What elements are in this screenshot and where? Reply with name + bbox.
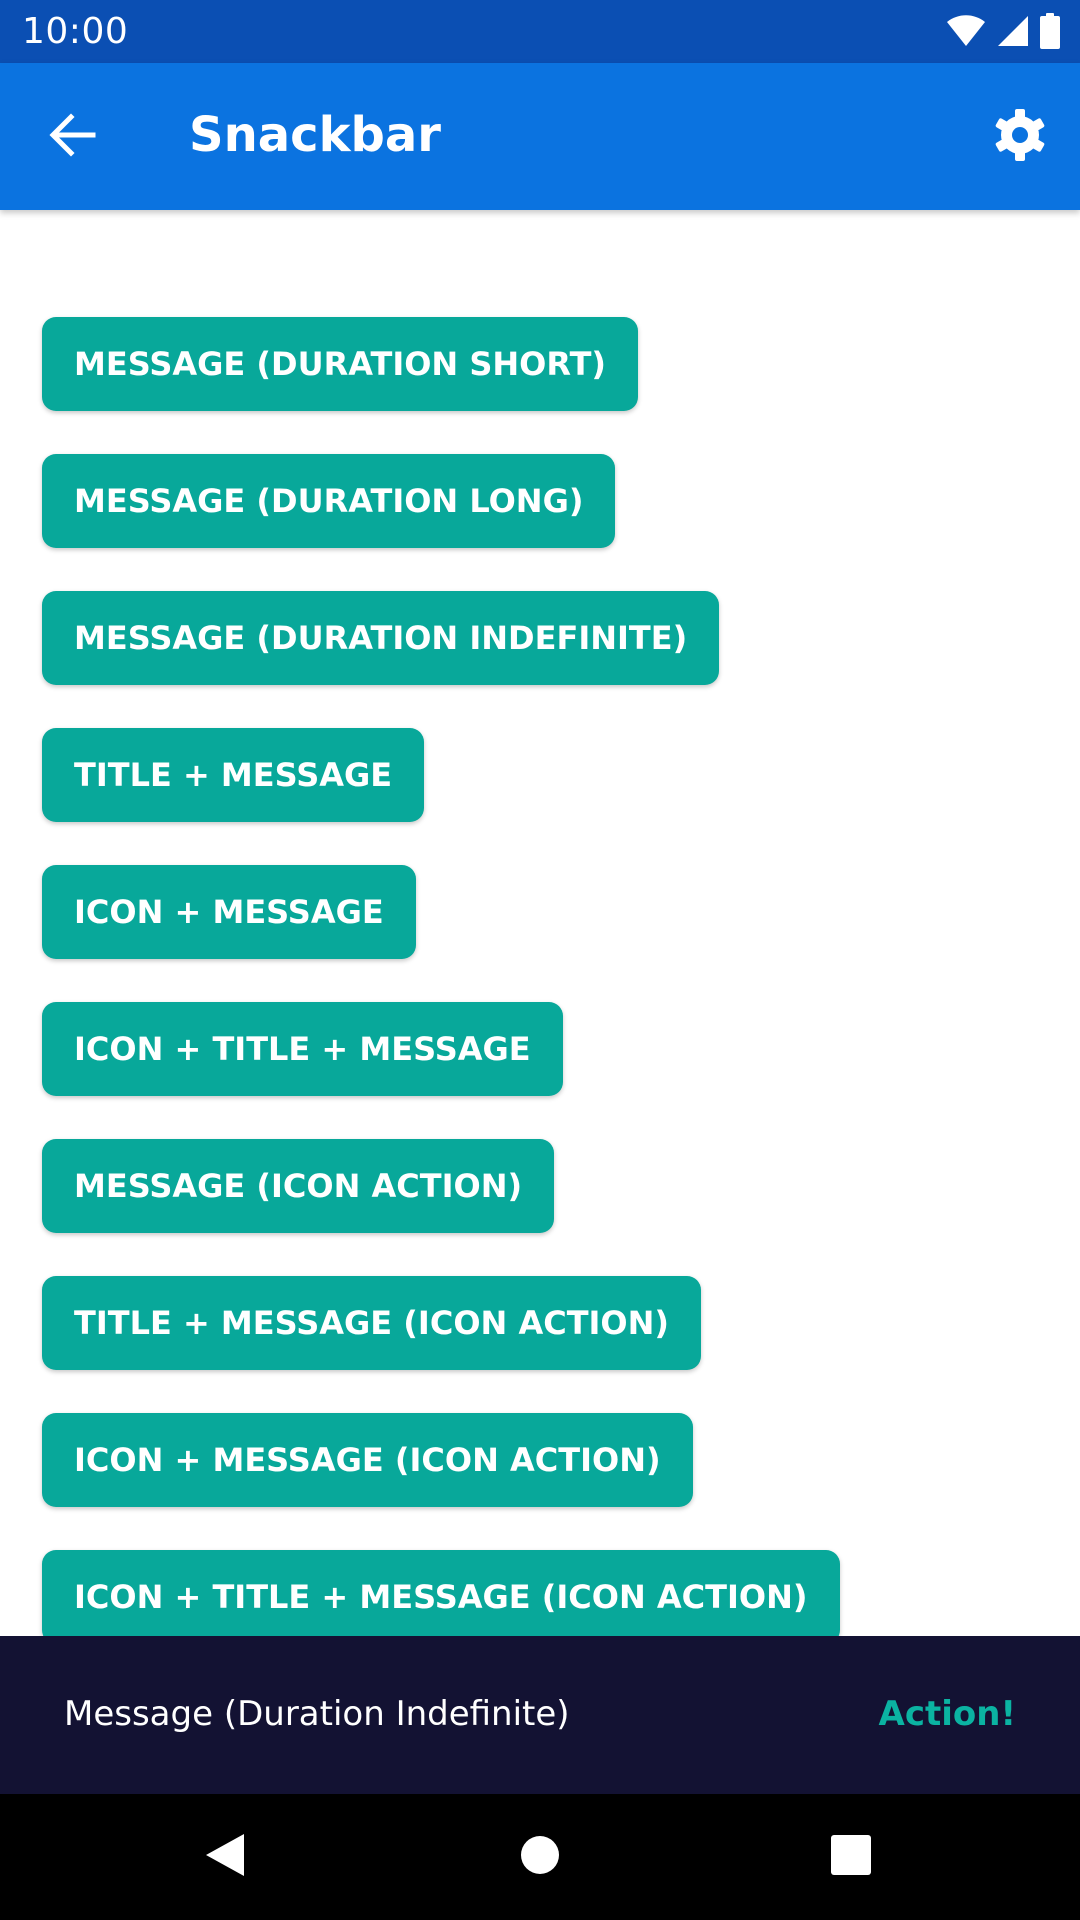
icon-message-icon-action-button[interactable]: ICON + MESSAGE (ICON ACTION) [42,1413,693,1507]
nav-recents-icon [831,1835,871,1879]
status-bar: 10:00 [0,0,1080,63]
back-button[interactable] [42,109,104,165]
message-icon-action-button[interactable]: MESSAGE (ICON ACTION) [42,1139,555,1233]
status-icons [946,13,1060,49]
status-time: 10:00 [22,11,129,52]
page-title: Snackbar [189,107,441,163]
snackbar-action-button[interactable]: Action! [879,1689,1016,1739]
arrow-left-icon [49,113,97,161]
icon-title-message-icon-action-button[interactable]: ICON + TITLE + MESSAGE (ICON ACTION) [42,1550,840,1636]
message-duration-long-button[interactable]: MESSAGE (DURATION LONG) [42,454,616,548]
nav-home-icon [520,1835,560,1879]
message-duration-indefinite-button[interactable]: MESSAGE (DURATION INDEFINITE) [42,591,720,685]
cell-signal-icon [996,14,1030,48]
icon-message-button[interactable]: ICON + MESSAGE [42,865,416,959]
nav-home-button[interactable] [507,1824,573,1890]
app-bar: Snackbar [0,63,1080,210]
navigation-bar [0,1794,1080,1920]
icon-title-message-button[interactable]: ICON + TITLE + MESSAGE [42,1002,563,1096]
gear-icon [992,107,1048,167]
snackbar: Message (Duration Indefinite) Action! [0,1636,1080,1794]
snackbar-message: Message (Duration Indefinite) [64,1694,570,1734]
snackbar-demo-list: MESSAGE (DURATION SHORT) MESSAGE (DURATI… [42,317,840,1636]
nav-back-icon [204,1832,246,1882]
message-duration-short-button[interactable]: MESSAGE (DURATION SHORT) [42,317,639,411]
nav-recents-button[interactable] [818,1824,884,1890]
battery-icon [1040,13,1060,49]
settings-button[interactable] [990,107,1050,167]
wifi-icon [946,14,986,48]
title-message-icon-action-button[interactable]: TITLE + MESSAGE (ICON ACTION) [42,1276,702,1370]
content-area: MESSAGE (DURATION SHORT) MESSAGE (DURATI… [0,210,1080,1636]
title-message-button[interactable]: TITLE + MESSAGE [42,728,425,822]
nav-back-button[interactable] [192,1824,258,1890]
screen: 10:00 Snackbar MESSAGE (DURATION SHORT) … [0,0,1080,1920]
